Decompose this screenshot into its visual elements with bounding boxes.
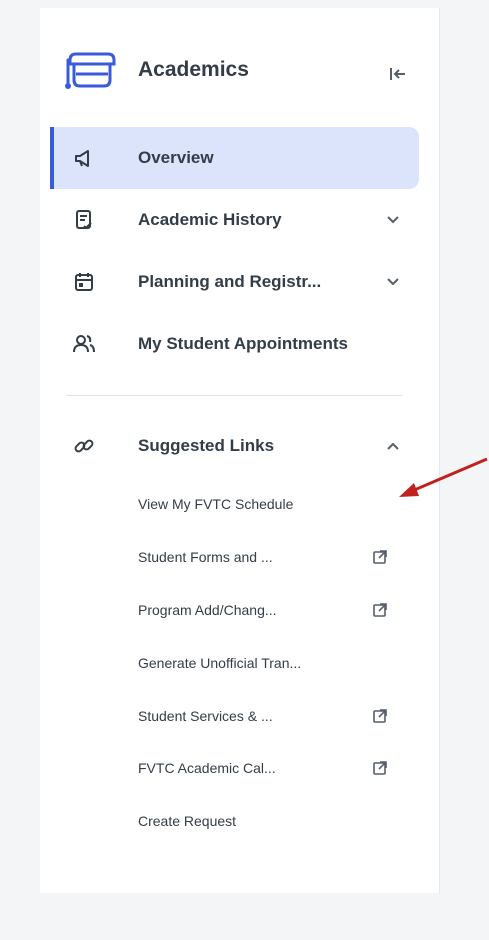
annotation-arrow-icon	[399, 457, 488, 497]
